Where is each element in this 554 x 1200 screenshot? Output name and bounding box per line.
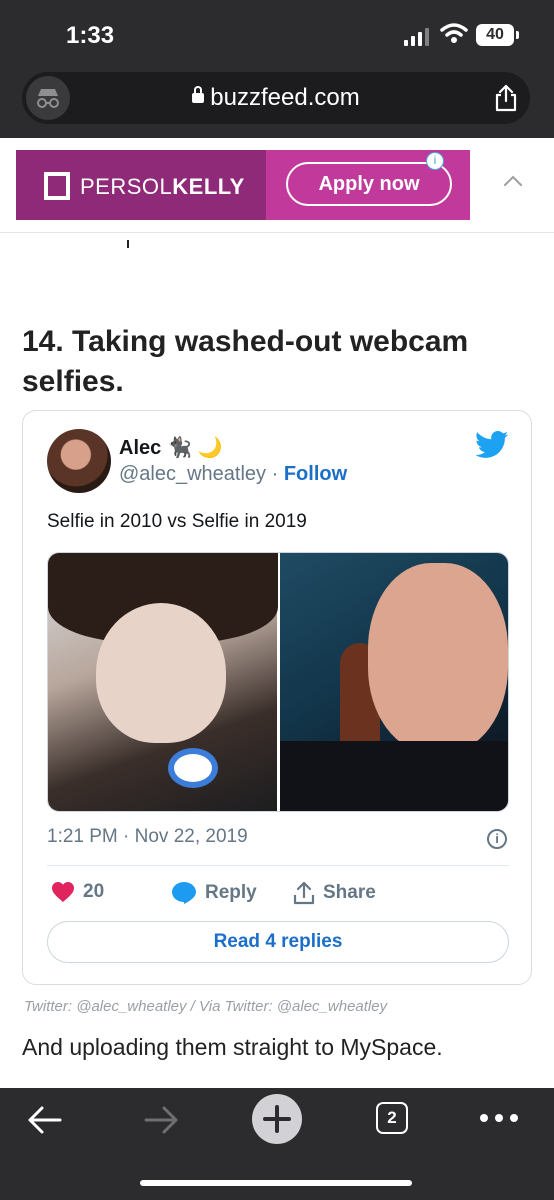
- ad-info-icon[interactable]: i: [426, 152, 444, 170]
- ad-logo-icon: [44, 172, 70, 200]
- url-bar[interactable]: buzzfeed.com: [22, 72, 530, 124]
- tweet-text: Selfie in 2010 vs Selfie in 2019: [47, 511, 307, 532]
- reply-button[interactable]: Reply: [171, 881, 257, 905]
- reply-bubble-icon: [172, 882, 196, 904]
- photo-2019-face: [367, 563, 508, 753]
- embedded-tweet[interactable]: Alec 🐈‍⬛ 🌙 @alec_wheatley · Follow Selfie…: [22, 410, 532, 985]
- avatar[interactable]: [47, 429, 111, 493]
- tweet-actions: 20 Reply Share: [47, 881, 509, 911]
- author-emoji: 🐈‍⬛ 🌙: [167, 437, 223, 459]
- photo-2019[interactable]: [279, 553, 508, 811]
- heart-icon: [52, 882, 74, 902]
- read-replies-button[interactable]: Read 4 replies: [47, 921, 509, 963]
- url-text: buzzfeed.com: [210, 84, 360, 111]
- ad-banner[interactable]: PERSOLKELLY Apply now i: [16, 150, 470, 220]
- tweet-author[interactable]: Alec 🐈‍⬛ 🌙: [119, 435, 223, 460]
- photo-2010-face: [96, 603, 226, 743]
- separator: ·: [266, 463, 284, 485]
- battery-icon: 40: [476, 24, 519, 46]
- share-icon[interactable]: [494, 84, 518, 112]
- tweet-handle-row: @alec_wheatley · Follow: [119, 463, 347, 486]
- browser-top-bar: 1:33 40 buzzfeed.com: [0, 0, 554, 138]
- ad-brand: PERSOLKELLY: [80, 174, 245, 199]
- tweet-timestamp[interactable]: 1:21 PM · Nov 22, 2019: [47, 826, 248, 848]
- wifi-icon: [440, 23, 468, 43]
- new-tab-button[interactable]: [252, 1094, 302, 1144]
- divider: [47, 865, 509, 866]
- share-icon: [293, 881, 315, 905]
- photo-2010[interactable]: [48, 553, 278, 811]
- divider: [0, 232, 554, 233]
- tab-switcher-button[interactable]: 2: [376, 1102, 408, 1134]
- chevron-up-icon[interactable]: [502, 174, 524, 188]
- article-body-text: And uploading them straight to MySpace.: [22, 1034, 443, 1060]
- forward-arrow-icon[interactable]: [142, 1104, 180, 1136]
- photo-2019-shirt: [279, 741, 508, 811]
- url-text-container[interactable]: buzzfeed.com: [22, 84, 530, 112]
- browser-bottom-toolbar: 2: [0, 1088, 554, 1200]
- info-icon[interactable]: i: [487, 829, 507, 849]
- more-menu-icon[interactable]: [480, 1114, 518, 1122]
- ad-apply-button[interactable]: Apply now: [286, 162, 452, 206]
- home-indicator[interactable]: [140, 1180, 412, 1186]
- status-time: 1:33: [66, 22, 115, 49]
- headphones-icon: [168, 748, 218, 788]
- like-button[interactable]: 20: [51, 881, 104, 903]
- image-credit: Twitter: @alec_wheatley / Via Twitter: @…: [24, 998, 388, 1015]
- share-button[interactable]: Share: [293, 881, 376, 905]
- article-heading: 14. Taking washed-out webcam selfies.: [22, 325, 469, 398]
- text-fragment: [127, 240, 129, 248]
- back-arrow-icon[interactable]: [26, 1104, 64, 1136]
- reply-label: Reply: [205, 882, 257, 903]
- twitter-bird-icon[interactable]: [475, 431, 509, 459]
- follow-button[interactable]: Follow: [284, 463, 347, 485]
- cellular-signal-icon: [404, 28, 429, 46]
- lock-icon: [192, 86, 205, 103]
- ad-brand-panel: PERSOLKELLY: [16, 150, 266, 220]
- share-label: Share: [323, 882, 376, 903]
- tweet-photos[interactable]: [47, 552, 509, 812]
- tweet-handle[interactable]: @alec_wheatley: [119, 463, 266, 485]
- like-count: 20: [83, 881, 105, 902]
